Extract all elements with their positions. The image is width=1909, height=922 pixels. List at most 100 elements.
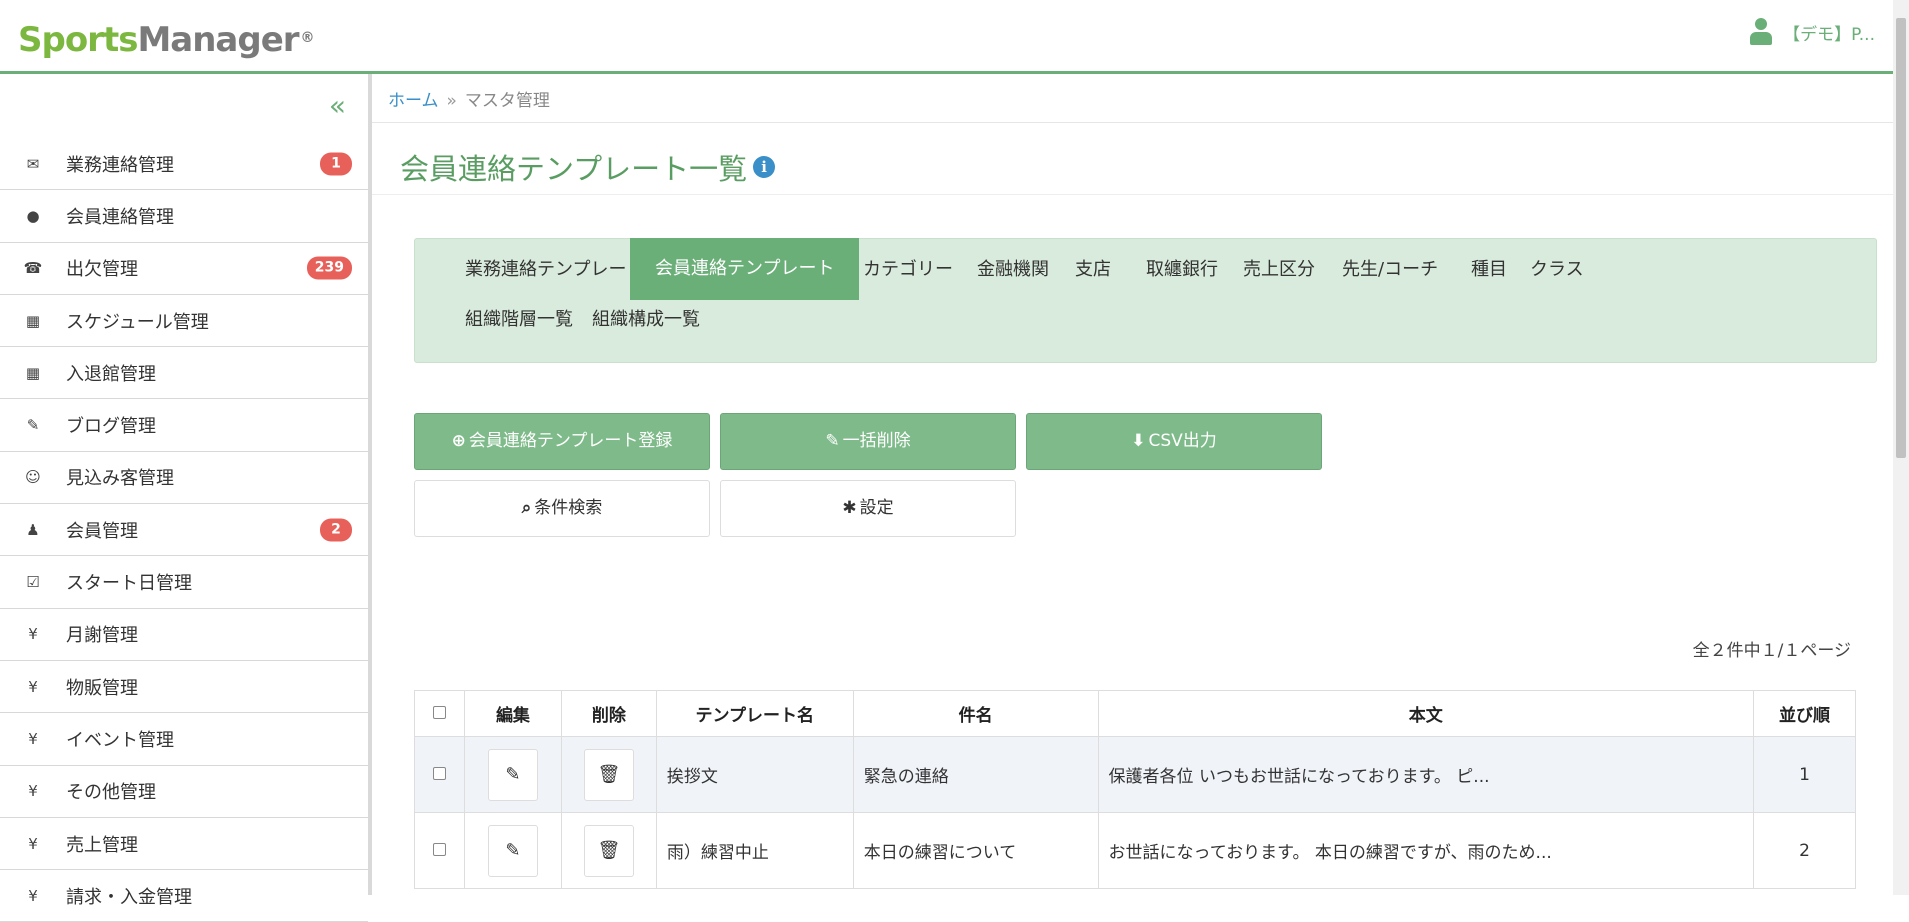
yen-icon: ¥ <box>28 729 38 748</box>
breadcrumb-home-link[interactable]: ホーム <box>388 91 439 111</box>
body-cell: お世話になっております。 本日の練習ですが、雨のため... <box>1097 812 1755 889</box>
edit-button[interactable]: ✎ <box>487 748 538 801</box>
column-header-edit: 編集 <box>463 690 562 737</box>
table-row[interactable]: ✎ 🗑 挨拶文 緊急の連絡 保護者各位 いつもお世話になっております。 ピ... 1 <box>414 736 1856 813</box>
sidebar-item[interactable]: ● 会員連絡管理 <box>0 190 368 243</box>
sidebar-item[interactable]: ¥ その他管理 <box>0 766 368 818</box>
top-header: Sports Manager ® 【デモ】P... <box>0 0 1893 74</box>
row-select-cell <box>414 812 465 889</box>
delete-cell: 🗑 <box>560 736 657 813</box>
select-all-checkbox[interactable] <box>432 705 446 719</box>
envelope-icon: ✉ <box>26 154 40 173</box>
notification-badge: 239 <box>306 256 352 280</box>
tab-master[interactable]: 組織構成一覧 <box>567 289 725 351</box>
info-icon[interactable]: i <box>753 156 776 178</box>
notification-badge: 2 <box>320 518 352 542</box>
register-template-button[interactable]: ⊕ 会員連絡テンプレート登録 <box>414 413 710 470</box>
sidebar-item-label: 売上管理 <box>66 834 138 856</box>
divider <box>372 194 1893 195</box>
sidebar-item-label: 入退館管理 <box>66 363 156 385</box>
column-header-body[interactable]: 本文 <box>1097 690 1755 737</box>
sidebar-item-label: スタート日管理 <box>66 573 192 595</box>
breadcrumb-separator: » <box>446 91 457 111</box>
sidebar-item[interactable]: ✉ 業務連絡管理 1 <box>0 138 368 191</box>
breadcrumb: ホーム » マスタ管理 <box>388 86 550 111</box>
edit-cell: ✎ <box>463 736 562 813</box>
delete-button[interactable]: 🗑 <box>583 824 634 877</box>
sidebar-item-label: イベント管理 <box>66 729 174 751</box>
bulk-delete-button[interactable]: ✎ 一括削除 <box>720 413 1016 470</box>
sidebar-item-label: 出欠管理 <box>66 259 138 281</box>
sidebar-item[interactable]: ▦ スケジュール管理 <box>0 295 368 348</box>
csv-export-button[interactable]: ⬇ CSV出力 <box>1026 413 1322 470</box>
edit-cell: ✎ <box>463 812 562 889</box>
sidebar-item[interactable]: ☑ スタート日管理 <box>0 556 368 609</box>
sidebar-item[interactable]: ☎ 出欠管理 239 <box>0 243 368 295</box>
sidebar-item[interactable]: ☺ 見込み客管理 <box>0 452 368 505</box>
logo[interactable]: Sports Manager ® <box>18 16 315 60</box>
sidebar-item[interactable]: ¥ 売上管理 <box>0 818 368 871</box>
delete-button[interactable]: 🗑 <box>583 748 634 801</box>
phone-icon: ☎ <box>23 259 43 278</box>
bulk-delete-label: 一括削除 <box>842 431 911 451</box>
user-icon: ♟ <box>26 520 40 539</box>
yen-icon: ¥ <box>28 886 38 905</box>
sidebar-item[interactable]: ✎ ブログ管理 <box>0 399 368 452</box>
logo-text-manager: Manager <box>137 20 299 60</box>
edit-button[interactable]: ✎ <box>487 824 538 877</box>
sidebar-item[interactable]: ¥ 月謝管理 <box>0 609 368 661</box>
calendar-icon: ▦ <box>25 311 41 330</box>
collapse-sidebar-icon[interactable]: « <box>329 92 346 120</box>
user-name: 【デモ】P... <box>1783 24 1875 45</box>
template-name-cell: 挨拶文 <box>655 736 854 813</box>
row-checkbox[interactable] <box>432 842 446 856</box>
select-all-cell <box>414 690 465 737</box>
table-row[interactable]: ✎ 🗑 雨）練習中止 本日の練習について お世話になっております。 本日の練習ですが、雨… <box>414 812 1856 889</box>
divider <box>372 122 1893 123</box>
trash-icon: 🗑 <box>597 764 621 785</box>
subject-cell: 緊急の連絡 <box>852 736 1099 813</box>
column-header-order[interactable]: 並び順 <box>1753 690 1856 737</box>
user-menu[interactable]: 【デモ】P... <box>1749 18 1875 46</box>
column-header-delete: 削除 <box>560 690 657 737</box>
condition-search-label: 条件検索 <box>534 498 603 518</box>
yen-icon: ¥ <box>28 625 38 644</box>
delete-cell: 🗑 <box>560 812 657 889</box>
register-template-label: 会員連絡テンプレート登録 <box>468 431 673 451</box>
row-select-cell <box>414 736 465 813</box>
pencil-icon: ✎ <box>505 840 521 861</box>
scrollbar-thumb[interactable] <box>1896 18 1906 458</box>
csv-export-label: CSV出力 <box>1148 431 1217 451</box>
pencil-icon: ✎ <box>825 431 840 451</box>
smile-icon: ☺ <box>25 468 41 487</box>
settings-button[interactable]: ✱ 設定 <box>720 480 1016 537</box>
sidebar: « ✉ 業務連絡管理 1 ● 会員連絡管理 ☎ 出欠管理 239 ▦ スケジュール管理 ▦ 入退館管理… <box>0 74 372 922</box>
download-icon: ⬇ <box>1131 431 1146 451</box>
sidebar-item-label: 業務連絡管理 <box>66 154 174 176</box>
settings-label: 設定 <box>859 498 894 518</box>
tab-master[interactable]: 先生/コーチ <box>1317 239 1463 301</box>
page-scrollbar[interactable] <box>1893 0 1909 895</box>
order-cell: 2 <box>1753 812 1856 889</box>
sidebar-item[interactable]: ▦ 入退館管理 <box>0 347 368 400</box>
sidebar-item[interactable]: ¥ 請求・入金管理 <box>0 870 368 922</box>
trash-icon: 🗑 <box>597 840 621 861</box>
sidebar-item[interactable]: ♟ 会員管理 2 <box>0 504 368 557</box>
column-header-subject[interactable]: 件名 <box>852 690 1099 737</box>
sidebar-item[interactable]: ¥ イベント管理 <box>0 713 368 766</box>
column-header-template-name[interactable]: テンプレート名 <box>655 690 854 737</box>
page-title: 会員連絡テンプレート一覧 i <box>400 146 776 188</box>
sidebar-item-label: ブログ管理 <box>66 416 156 438</box>
sidebar-item-label: その他管理 <box>66 782 156 804</box>
sidebar-item[interactable]: ¥ 物販管理 <box>0 661 368 714</box>
body-cell: 保護者各位 いつもお世話になっております。 ピ... <box>1097 736 1755 813</box>
tab-master[interactable]: クラス <box>1505 239 1609 301</box>
condition-search-button[interactable]: ⌕ 条件検索 <box>414 480 710 537</box>
sidebar-item-label: 会員管理 <box>66 520 138 542</box>
main-content: ホーム » マスタ管理 会員連絡テンプレート一覧 i 業務連絡テンプレート 会員連絡テ… <box>372 74 1893 895</box>
row-checkbox[interactable] <box>432 766 446 780</box>
sidebar-item-label: 見込み客管理 <box>66 468 174 490</box>
subject-cell: 本日の練習について <box>852 812 1099 889</box>
pencil-icon: ✎ <box>505 764 521 785</box>
sidebar-item-label: 請求・入金管理 <box>66 886 192 908</box>
